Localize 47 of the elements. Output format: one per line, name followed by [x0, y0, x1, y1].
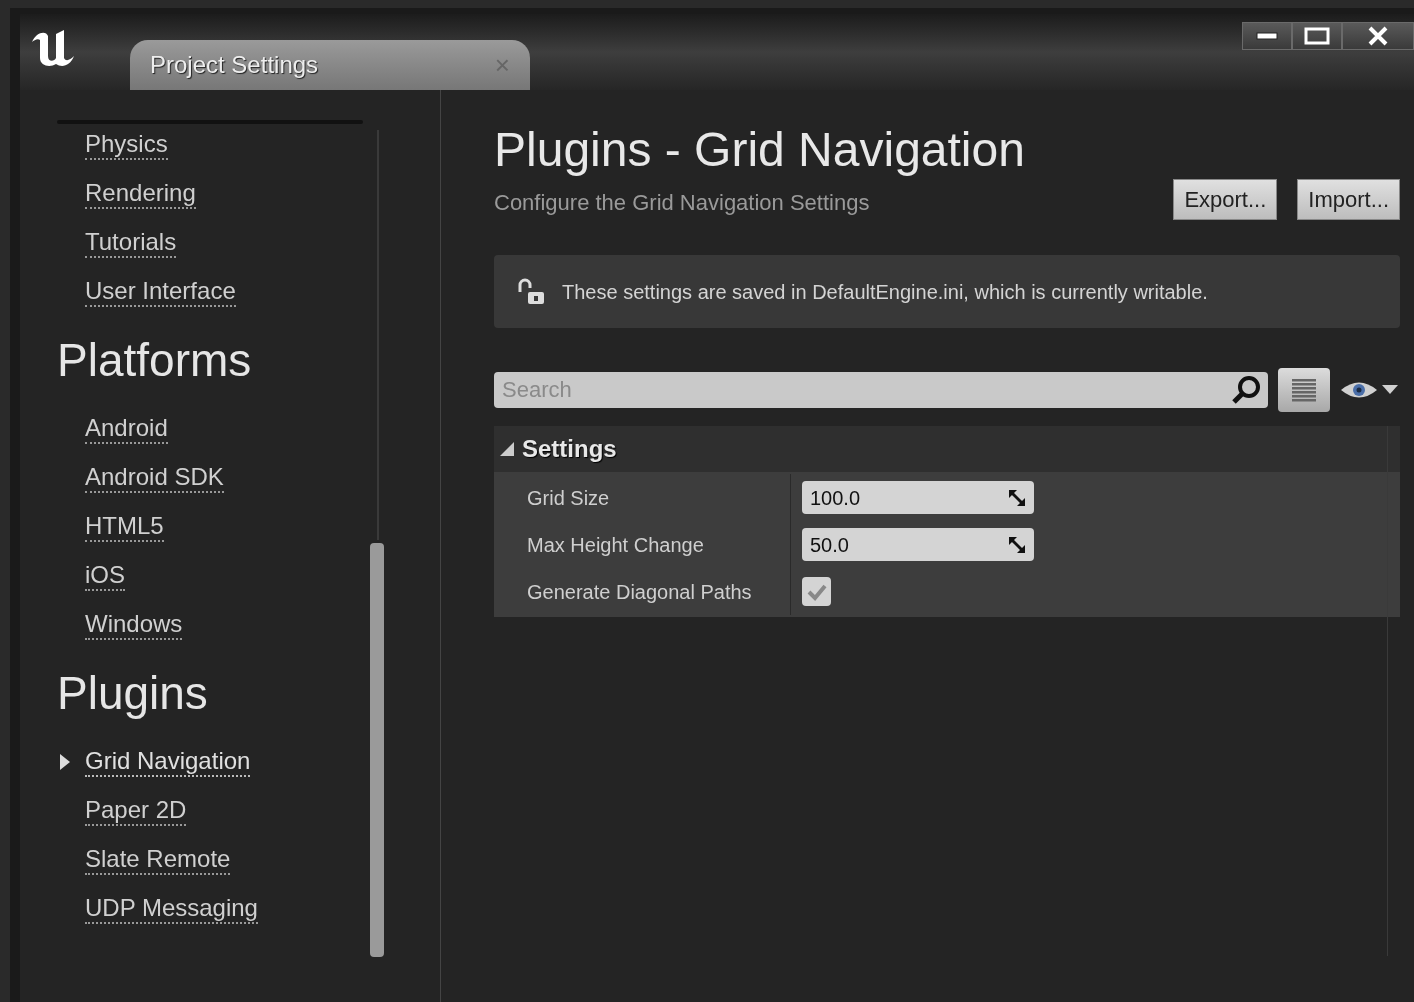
resize-arrows-icon: [1008, 488, 1026, 507]
sidebar-link[interactable]: Android: [85, 413, 168, 444]
category-title: Settings: [522, 434, 617, 464]
category-header[interactable]: Settings: [494, 426, 1400, 472]
maximize-button[interactable]: [1292, 22, 1342, 50]
notice-text: These settings are saved in DefaultEngine.ini, which is currently writable.: [562, 279, 1208, 305]
sidebar-link[interactable]: Physics: [85, 129, 168, 160]
minimize-button[interactable]: [1242, 22, 1292, 50]
search-icon: [1230, 374, 1262, 406]
sidebar-link[interactable]: HTML5: [85, 511, 164, 542]
checkbox[interactable]: [802, 577, 831, 606]
property-label: Grid Size: [527, 485, 610, 511]
section-heading: Platforms: [56, 332, 253, 388]
checkmark-icon: [806, 582, 827, 601]
import-button[interactable]: Import...: [1297, 179, 1400, 220]
close-icon: [1367, 26, 1389, 46]
number-value: 50.0: [810, 532, 850, 558]
sidebar-link[interactable]: User Interface: [85, 276, 236, 307]
page-subtitle: Configure the Grid Navigation Settings: [494, 189, 871, 217]
minimize-icon: [1256, 31, 1278, 41]
search-field[interactable]: Search: [494, 372, 1268, 408]
caret-icon: [1382, 385, 1398, 395]
scrollbar-thumb[interactable]: [370, 543, 384, 957]
export-button[interactable]: Export...: [1173, 179, 1278, 220]
sidebar-link[interactable]: Grid Navigation: [85, 746, 251, 777]
number-field[interactable]: 50.0: [802, 528, 1034, 561]
number-field[interactable]: 100.0: [802, 481, 1034, 514]
sidebar-link[interactable]: Windows: [85, 609, 183, 640]
property-label: Generate Diagonal Paths: [527, 579, 752, 605]
list-icon: [1290, 377, 1318, 403]
sidebar-link[interactable]: Paper 2D: [85, 795, 187, 826]
maximize-icon: [1304, 27, 1330, 45]
sidebar-link[interactable]: Slate Remote: [85, 844, 231, 875]
close-button[interactable]: [1342, 22, 1414, 50]
sidebar-link[interactable]: iOS: [85, 560, 125, 591]
number-value: 100.0: [810, 485, 862, 511]
property-label: Max Height Change: [527, 532, 704, 558]
unlocked-padlock-icon: [516, 277, 546, 306]
page-title: Plugins - Grid Navigation: [494, 122, 1026, 178]
sidebar-link[interactable]: Android SDK: [85, 462, 224, 493]
sidebar-link[interactable]: UDP Messaging: [85, 893, 258, 924]
sidebar-link[interactable]: Tutorials: [85, 227, 177, 258]
section-heading: Plugins: [56, 665, 209, 721]
sidebar-link[interactable]: Rendering: [85, 178, 196, 209]
view-options-button[interactable]: [1278, 368, 1330, 412]
resize-arrows-icon: [1008, 535, 1026, 554]
tab-title: Project Settings: [150, 50, 319, 80]
